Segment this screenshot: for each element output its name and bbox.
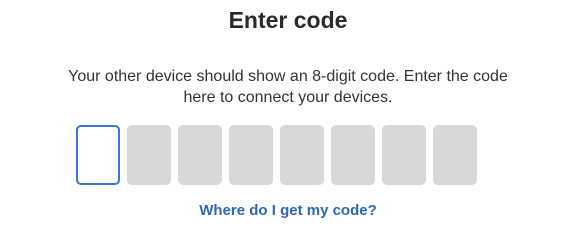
code-digit-3[interactable]: [178, 125, 222, 185]
code-digit-8[interactable]: [433, 125, 477, 185]
code-digit-1[interactable]: [76, 125, 120, 185]
code-digit-4[interactable]: [229, 125, 273, 185]
description-line-1: Your other device should show an 8-digit…: [68, 68, 508, 85]
code-digit-7[interactable]: [382, 125, 426, 185]
code-digit-5[interactable]: [280, 125, 324, 185]
code-digit-2[interactable]: [127, 125, 171, 185]
description-line-2: here to connect your devices.: [183, 89, 393, 106]
page-title: Enter code: [228, 7, 348, 33]
code-input-row: [76, 125, 477, 185]
description: Your other device should show an 8-digit…: [0, 66, 576, 108]
where-get-code-link[interactable]: Where do I get my code?: [0, 201, 576, 221]
code-digit-6[interactable]: [331, 125, 375, 185]
